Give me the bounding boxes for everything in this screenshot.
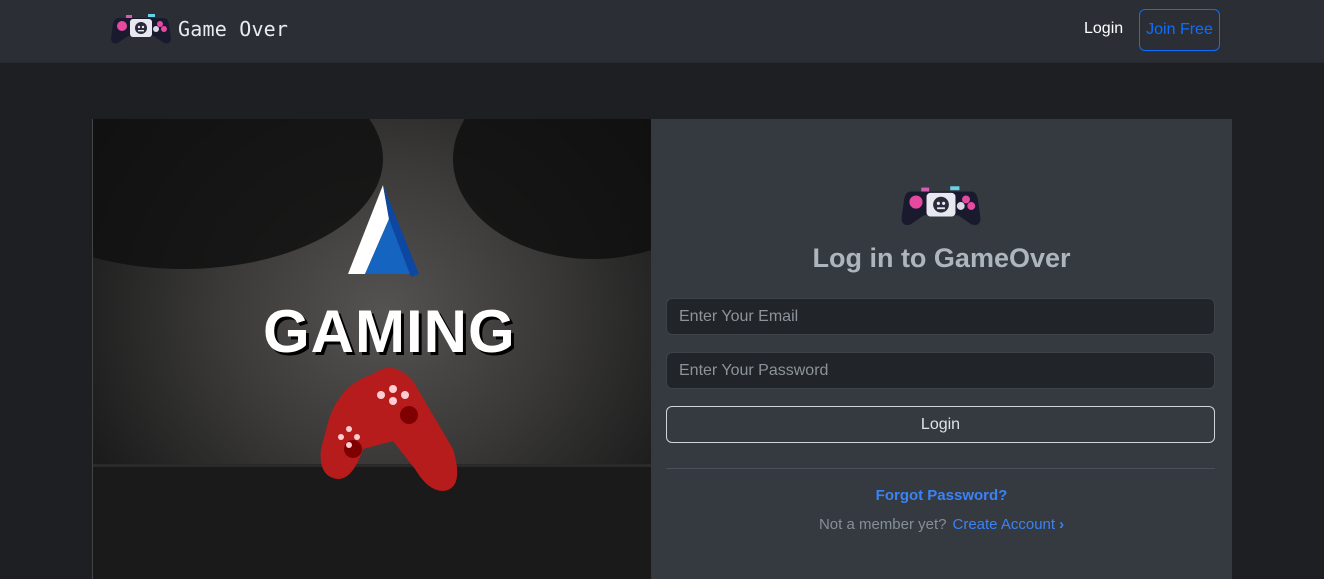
login-form-panel: Log in to GameOver Login Forgot Password… <box>651 119 1232 579</box>
form-divider <box>666 468 1215 469</box>
gamepad-logo-icon <box>111 14 171 44</box>
login-submit-button[interactable]: Login <box>666 406 1215 443</box>
signup-prompt: Not a member yet? Create Account › <box>651 516 1232 533</box>
hero-image: GAMING <box>92 119 651 579</box>
join-free-button[interactable]: Join Free <box>1139 9 1220 51</box>
member-prompt-text: Not a member yet? <box>818 516 947 533</box>
login-card: GAMING Log in to GameOver Enter Your Ema… <box>92 119 1232 579</box>
form-title: Log in to GameOver <box>812 243 1071 273</box>
top-navbar: Game Over Login Join Free <box>0 0 1324 63</box>
forgot-password-link[interactable]: Forgot Password? <box>651 487 1232 504</box>
create-account-link[interactable]: Create Account <box>953 516 1056 533</box>
red-controller-icon <box>320 367 458 491</box>
brand[interactable]: Game Over <box>110 10 288 48</box>
nav-login-link[interactable]: Login <box>1084 20 1123 38</box>
brand-name: Game Over <box>178 17 289 41</box>
chevron-right-icon[interactable]: › <box>1059 516 1064 533</box>
password-input[interactable] <box>666 352 1215 389</box>
email-input[interactable] <box>666 298 1215 335</box>
gamepad-logo-icon <box>901 186 981 226</box>
